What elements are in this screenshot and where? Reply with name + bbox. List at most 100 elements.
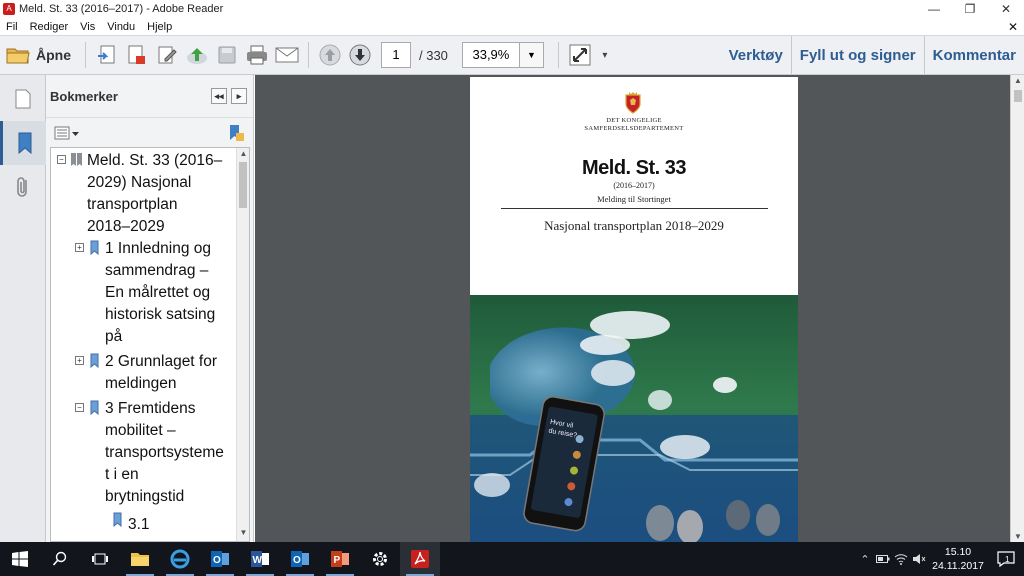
settings-icon[interactable] <box>360 542 400 576</box>
bookmark-icon <box>90 400 99 415</box>
svg-text:O: O <box>293 555 301 566</box>
folder-icon <box>6 48 30 64</box>
acrobat-icon: A <box>3 3 15 15</box>
bookmarks-icon[interactable] <box>0 121 46 165</box>
bookmark-item[interactable]: + 2 Grunnlaget for meldingen <box>75 351 217 395</box>
cover-image: Hvor vil du reise? <box>470 295 798 542</box>
bookmark-item[interactable]: − 3 Fremtidens mobilitet – transportsyst… <box>75 398 224 508</box>
save-icon[interactable] <box>212 40 242 70</box>
email-icon[interactable] <box>272 40 302 70</box>
close-document-icon[interactable]: ✕ <box>1008 20 1024 34</box>
upload-icon[interactable] <box>182 40 212 70</box>
open-button[interactable]: Åpne <box>6 40 79 70</box>
volume-muted-icon[interactable] <box>910 542 928 576</box>
document-name: Nasjonal transportplan 2018–2029 <box>544 218 724 233</box>
windows-start-icon[interactable] <box>0 542 40 576</box>
word-icon[interactable]: W <box>240 542 280 576</box>
svg-text:O: O <box>213 555 221 566</box>
search-icon[interactable] <box>40 542 80 576</box>
clock[interactable]: 15.10 24.11.2017 <box>928 545 988 573</box>
main-toolbar: Åpne 1 / 330 33,9% ▼ ▾ Verktøy Fyll ut o… <box>0 35 1024 75</box>
page-number-input[interactable]: 1 <box>381 42 411 68</box>
minimize-button[interactable]: — <box>916 0 952 18</box>
scroll-down-icon[interactable]: ▼ <box>237 528 249 540</box>
new-bookmark-icon[interactable] <box>227 124 245 142</box>
menu-vindu[interactable]: Vindu <box>101 21 141 33</box>
collapse-panel-button[interactable]: ◂◂ <box>211 88 227 104</box>
svg-text:P: P <box>334 555 341 566</box>
department-name: DET KONGELIGE SAMFERDSELSDEPARTEMENT <box>470 117 798 132</box>
bookmark-tree: − Meld. St. 33 (2016– 2029) Nasjonal tra… <box>50 147 250 542</box>
document-view[interactable]: DET KONGELIGE SAMFERDSELSDEPARTEMENT Mel… <box>255 75 1010 542</box>
file-explorer-icon[interactable] <box>120 542 160 576</box>
bookmark-item[interactable]: + 1 Innledning og sammendrag – En målret… <box>75 238 215 348</box>
options-menu-icon[interactable] <box>54 126 80 140</box>
scroll-down-icon[interactable]: ▼ <box>1011 532 1024 541</box>
cover-header: DET KONGELIGE SAMFERDSELSDEPARTEMENT Mel… <box>470 77 798 295</box>
collapse-toggle[interactable]: − <box>57 155 66 164</box>
outlook-icon[interactable]: O <box>280 542 320 576</box>
title-bar: A Meld. St. 33 (2016–2017) - Adobe Reade… <box>0 0 1024 18</box>
scroll-up-icon[interactable]: ▲ <box>237 149 249 161</box>
zoom-dropdown-icon[interactable]: ▼ <box>519 42 544 68</box>
acrobat-icon[interactable] <box>400 542 440 576</box>
zoom-input[interactable]: 33,9% <box>461 42 520 68</box>
toolbar-separator <box>85 42 86 68</box>
close-button[interactable]: ✕ <box>988 0 1024 18</box>
task-view-icon[interactable] <box>80 542 120 576</box>
department-line: SAMFERDSELSDEPARTEMENT <box>584 124 684 132</box>
document-scrollbar[interactable]: ▲ ▼ <box>1010 75 1024 542</box>
page-thumbnails-icon[interactable] <box>0 77 46 121</box>
attachments-icon[interactable] <box>0 165 46 209</box>
toolbar-separator <box>557 42 559 68</box>
bookmark-label-line: sammendrag – <box>105 262 209 279</box>
department-line: DET KONGELIGE <box>606 117 662 124</box>
navigation-rail <box>0 75 46 542</box>
next-page-icon[interactable] <box>345 40 375 70</box>
tools-link[interactable]: Verktøy <box>721 36 791 74</box>
edit-pdf-icon[interactable] <box>152 40 182 70</box>
bookmark-label-line: 2018–2029 <box>87 218 165 235</box>
previous-page-icon[interactable] <box>315 40 345 70</box>
menu-hjelp[interactable]: Hjelp <box>141 21 178 33</box>
print-icon[interactable] <box>242 40 272 70</box>
bookmark-label-line: t i en <box>105 466 139 483</box>
scroll-up-icon[interactable]: ▲ <box>1011 76 1024 85</box>
export-pdf-icon[interactable] <box>122 40 152 70</box>
bookmark-scrollbar[interactable]: ▲ ▼ <box>236 148 249 541</box>
customize-toolbar-icon[interactable]: ▾ <box>595 40 615 70</box>
show-hidden-icons-icon[interactable]: ⌃ <box>856 542 874 576</box>
scroll-thumb[interactable] <box>239 162 247 208</box>
bookmark-label-line: 2029) Nasjonal <box>87 174 192 191</box>
comment-link[interactable]: Kommentar <box>923 36 1024 74</box>
next-panel-button[interactable]: ▸ <box>231 88 247 104</box>
windows-taskbar: O W O P ⌃ 15.10 24.11.2017 1 <box>0 542 1024 576</box>
bookmark-list: − Meld. St. 33 (2016– 2029) Nasjonal tra… <box>51 148 237 541</box>
document-subtitle: Melding til Stortinget <box>597 194 671 204</box>
outlook-icon[interactable]: O <box>200 542 240 576</box>
edge-icon[interactable] <box>160 542 200 576</box>
menu-fil[interactable]: Fil <box>0 21 24 33</box>
bookmarks-header: Bokmerker ◂◂ ▸ <box>46 75 253 117</box>
expand-toggle[interactable]: + <box>75 356 84 365</box>
expand-toggle[interactable]: + <box>75 243 84 252</box>
create-pdf-icon[interactable] <box>92 40 122 70</box>
restore-button[interactable]: ❐ <box>952 0 988 18</box>
collapse-toggle[interactable]: − <box>75 403 84 412</box>
document-title: Meld. St. 33 <box>581 157 687 179</box>
menu-rediger[interactable]: Rediger <box>24 21 75 33</box>
bookmark-label-line: Meld. St. 33 (2016– <box>87 152 223 169</box>
powerpoint-icon[interactable]: P <box>320 542 360 576</box>
bookmark-item[interactable]: 3.1 <box>107 510 150 536</box>
bookmark-label-line: meldingen <box>105 375 177 392</box>
battery-icon[interactable] <box>874 542 892 576</box>
fit-page-icon[interactable] <box>565 40 595 70</box>
coat-of-arms-icon <box>625 92 641 114</box>
notifications-icon[interactable]: 1 <box>988 542 1024 576</box>
scroll-thumb[interactable] <box>1014 90 1022 102</box>
system-tray: ⌃ 15.10 24.11.2017 1 <box>856 542 1024 576</box>
wifi-icon[interactable] <box>892 542 910 576</box>
bookmark-item[interactable]: − Meld. St. 33 (2016– 2029) Nasjonal tra… <box>57 150 222 238</box>
menu-vis[interactable]: Vis <box>74 21 101 33</box>
fill-sign-link[interactable]: Fyll ut og signer <box>790 36 924 74</box>
